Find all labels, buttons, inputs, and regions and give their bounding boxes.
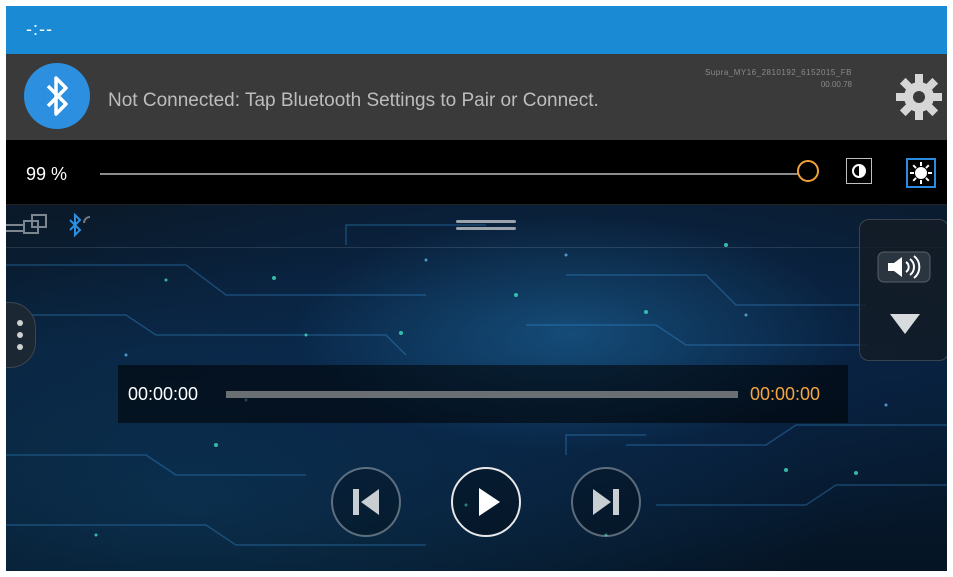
software-version: 00.00.78 <box>820 80 852 89</box>
brightness-bar: 99 % <box>6 140 947 205</box>
app-frame: -:-- Not Connected: Tap Bluetooth Settin… <box>6 6 947 571</box>
volume-icon[interactable] <box>876 250 932 284</box>
next-icon <box>593 489 619 515</box>
next-button[interactable] <box>571 467 641 537</box>
source-switch-icon[interactable] <box>6 213 56 243</box>
volume-panel <box>859 219 947 361</box>
total-time: 00:00:00 <box>750 384 821 404</box>
progress-track[interactable] <box>226 391 738 398</box>
brightness-mode-button[interactable] <box>906 158 936 188</box>
triangle-down-icon[interactable] <box>888 312 922 336</box>
bluetooth-notification[interactable]: Not Connected: Tap Bluetooth Settings to… <box>6 54 947 140</box>
playback-progress: 00:00:00 00:00:00 <box>118 365 848 423</box>
menu-dot-icon <box>17 320 23 326</box>
previous-button[interactable] <box>331 467 401 537</box>
elapsed-time: 00:00:00 <box>128 384 199 404</box>
previous-icon <box>353 489 379 515</box>
media-player-area: 00:00:00 00:00:00 <box>6 205 947 571</box>
connection-status-text: Not Connected: Tap Bluetooth Settings to… <box>108 90 599 111</box>
status-clock: -:-- <box>26 19 53 39</box>
media-top-strip <box>6 205 947 248</box>
menu-dot-icon <box>17 332 23 338</box>
play-button[interactable] <box>451 467 521 537</box>
sun-icon <box>910 162 932 184</box>
brightness-slider-knob[interactable] <box>797 160 819 182</box>
bluetooth-status-icon <box>69 213 91 238</box>
gear-icon[interactable] <box>894 72 944 122</box>
firmware-version: Supra_MY16_2810192_6152015_FB <box>704 68 852 77</box>
contrast-button[interactable] <box>846 158 872 184</box>
play-icon <box>479 488 500 516</box>
status-bar: -:-- <box>6 6 947 54</box>
contrast-icon <box>852 164 866 178</box>
brightness-slider-track[interactable] <box>100 173 810 175</box>
drawer-handle[interactable] <box>456 220 516 236</box>
bluetooth-icon[interactable] <box>24 63 90 129</box>
menu-dot-icon <box>17 344 23 350</box>
brightness-percent: 99 % <box>26 164 68 184</box>
